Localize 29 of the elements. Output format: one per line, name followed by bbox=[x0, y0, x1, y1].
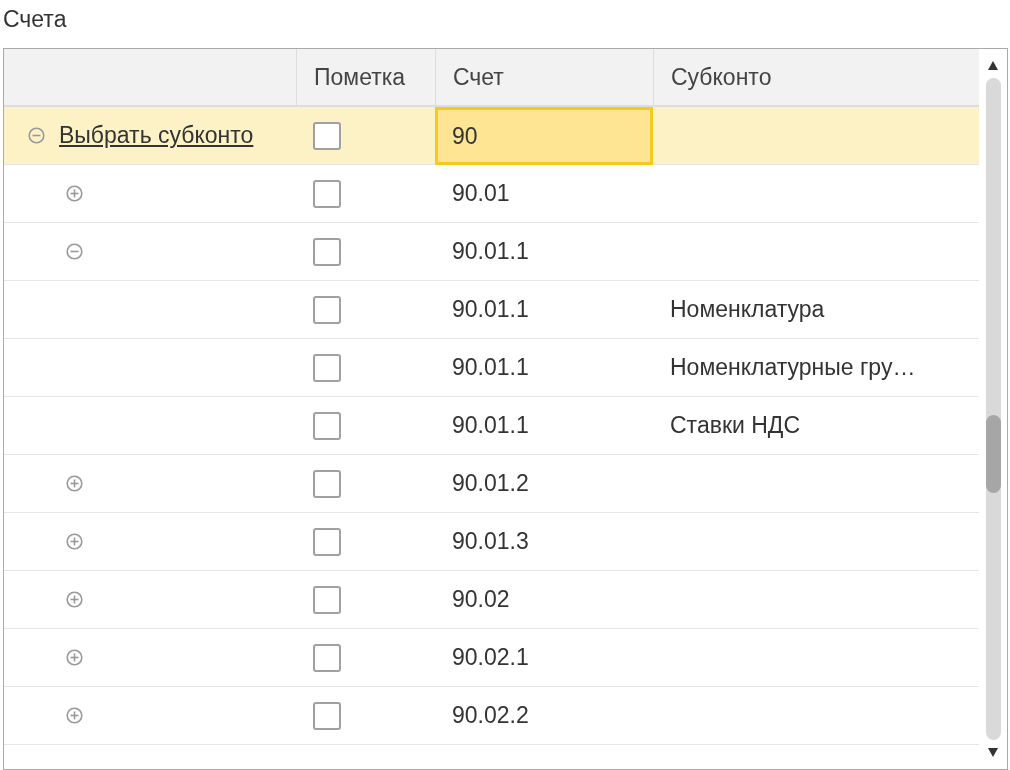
checkbox[interactable] bbox=[313, 527, 341, 556]
scroll-up-icon[interactable] bbox=[988, 61, 998, 70]
column-header[interactable]: Субконто bbox=[653, 49, 979, 107]
expand-icon[interactable] bbox=[66, 185, 83, 202]
table-cell: 90 bbox=[435, 107, 653, 165]
checkbox[interactable] bbox=[313, 585, 341, 614]
section-title: Счета bbox=[2, 5, 68, 34]
collapse-icon[interactable] bbox=[66, 243, 83, 260]
scrollbar-thumb[interactable] bbox=[985, 415, 1001, 493]
select-link[interactable]: Выбрать субконто bbox=[59, 122, 254, 149]
expand-icon[interactable] bbox=[66, 649, 83, 666]
checkbox[interactable] bbox=[313, 295, 341, 324]
checkbox[interactable] bbox=[313, 179, 341, 208]
expand-icon[interactable] bbox=[66, 533, 83, 550]
checkbox[interactable] bbox=[313, 121, 341, 150]
expand-icon[interactable] bbox=[66, 591, 83, 608]
scrollbar-track[interactable] bbox=[985, 78, 1001, 740]
checkbox[interactable] bbox=[313, 701, 341, 730]
scroll-down-icon[interactable] bbox=[988, 748, 998, 757]
checkbox[interactable] bbox=[313, 353, 341, 382]
checkbox[interactable] bbox=[313, 643, 341, 672]
column-header[interactable]: Счет bbox=[435, 49, 653, 107]
expand-icon[interactable] bbox=[66, 707, 83, 724]
checkbox[interactable] bbox=[313, 469, 341, 498]
column-header[interactable]: Пометка bbox=[296, 49, 435, 107]
checkbox[interactable] bbox=[313, 411, 341, 440]
expand-icon[interactable] bbox=[66, 475, 83, 492]
checkbox[interactable] bbox=[313, 237, 341, 266]
collapse-icon[interactable] bbox=[28, 127, 45, 144]
